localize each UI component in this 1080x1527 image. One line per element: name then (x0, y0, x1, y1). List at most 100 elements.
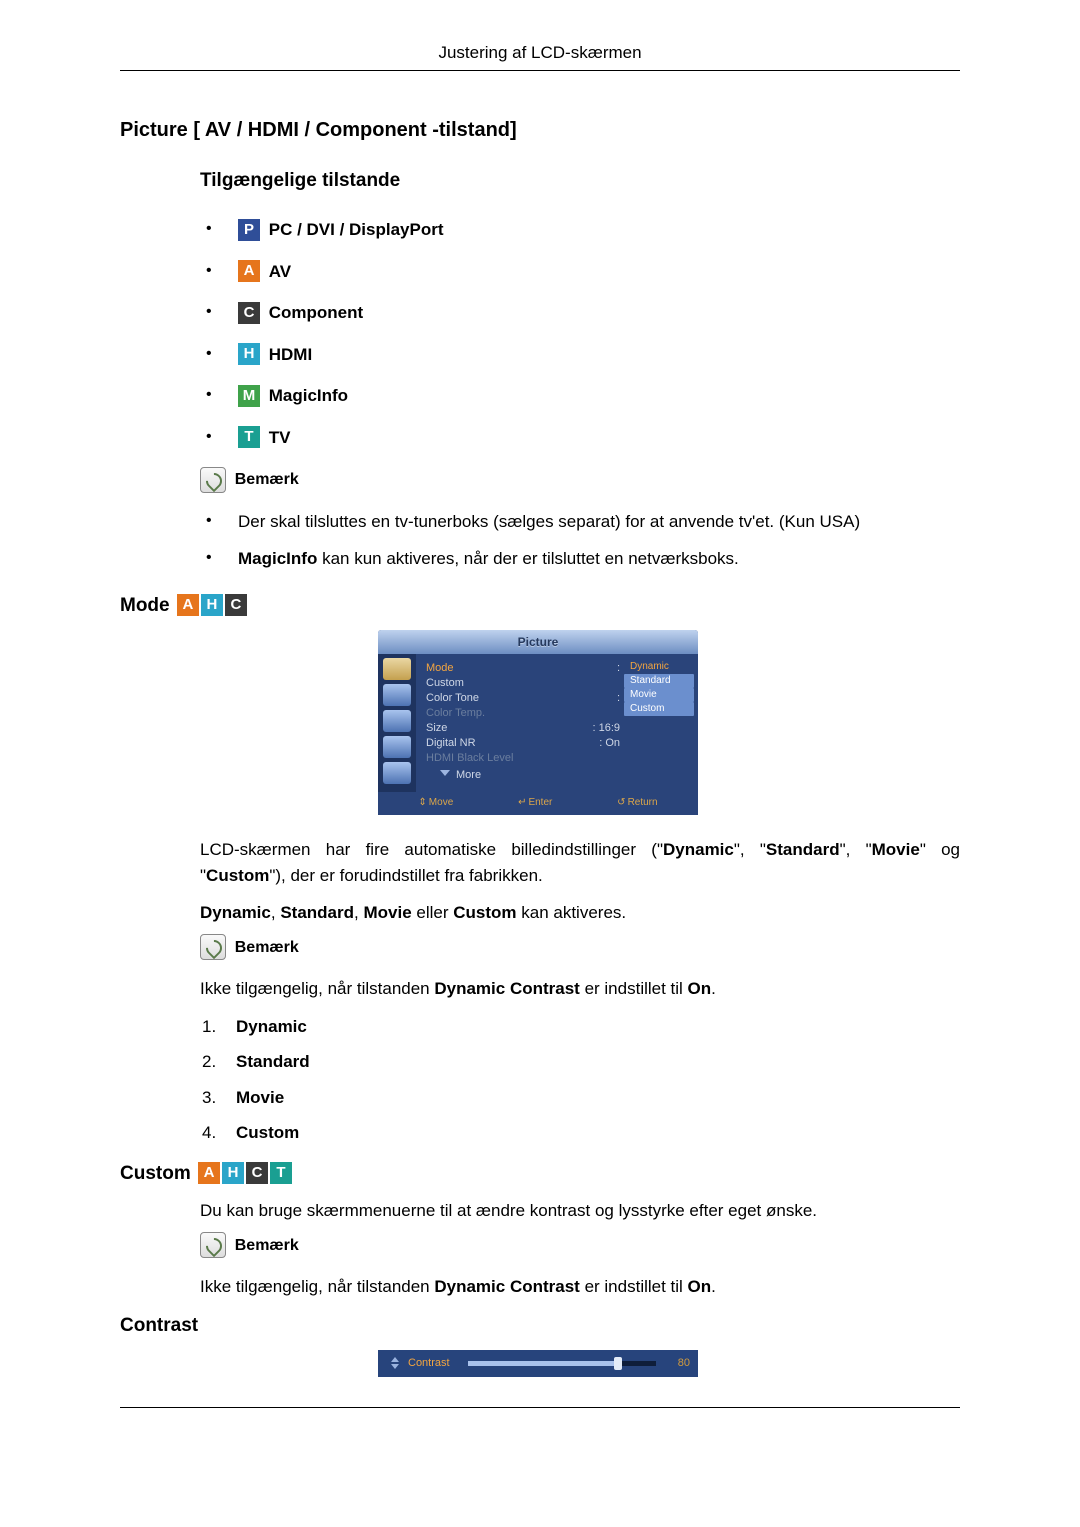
badge-a-icon: A (177, 594, 199, 616)
custom-heading: Custom AHCT (120, 1160, 960, 1189)
osd-item-mode[interactable]: Mode: (422, 660, 624, 675)
chevron-down-icon (440, 770, 450, 776)
osd-item-color-tone[interactable]: Color Tone: (422, 690, 624, 705)
mode-label: Component (269, 303, 363, 322)
badge-a-icon: A (238, 260, 260, 282)
slider-value: 80 (664, 1355, 690, 1372)
contrast-title: Contrast (120, 1315, 198, 1336)
osd-item-more[interactable]: More (422, 765, 624, 788)
note-label: Bemærk (235, 939, 299, 956)
contrast-heading: Contrast (120, 1312, 960, 1341)
mode-item-tv: T TV (200, 425, 960, 451)
badge-p-icon: P (238, 219, 260, 241)
osd-option-custom[interactable]: Custom (624, 702, 694, 716)
note-rest: kan kun aktiveres, når der er tilsluttet… (317, 549, 738, 568)
note-row: Bemærk (200, 1232, 960, 1259)
osd-item-digital-nr[interactable]: Digital NR: On (422, 735, 624, 750)
available-modes-title: Tilgængelige tilstande (200, 167, 960, 196)
arrow-down-icon (391, 1364, 399, 1369)
badge-a-icon: A (198, 1162, 220, 1184)
mode-list-item: Movie (200, 1085, 960, 1111)
mode-label: HDMI (269, 345, 312, 364)
slider-arrows[interactable] (386, 1357, 404, 1369)
badge-c-icon: C (246, 1162, 268, 1184)
page: Justering af LCD-skærmen Picture [ AV / … (0, 0, 1080, 1448)
note-icon (200, 1232, 226, 1258)
mode-description-2: Dynamic, Standard, Movie eller Custom ka… (200, 900, 960, 926)
slider-fill (468, 1361, 619, 1366)
osd-body: Mode: Custom Color Tone: Color Temp. Siz… (378, 654, 698, 792)
mode-label: PC / DVI / DisplayPort (269, 220, 444, 239)
osd-option-standard[interactable]: Standard (624, 674, 694, 688)
osd-item-hdmi-black: HDMI Black Level (422, 750, 624, 765)
badge-m-icon: M (238, 385, 260, 407)
badge-c-icon: C (238, 302, 260, 324)
osd-menu: Mode: Custom Color Tone: Color Temp. Siz… (416, 654, 698, 792)
note-row: Bemærk (200, 934, 960, 961)
arrow-up-icon (391, 1357, 399, 1362)
note-item: MagicInfo kan kun aktiveres, når der er … (200, 546, 960, 572)
badge-t-icon: T (238, 426, 260, 448)
notes-list: Der skal tilsluttes en tv-tunerboks (sæl… (200, 509, 960, 572)
mode-note-text: Ikke tilgængelig, når tilstanden Dynamic… (200, 976, 960, 1002)
page-header: Justering af LCD-skærmen (120, 40, 960, 71)
badge-h-icon: H (222, 1162, 244, 1184)
note-label: Bemærk (235, 1237, 299, 1254)
modes-list: P PC / DVI / DisplayPort A AV C Componen… (200, 217, 960, 450)
osd-tab-icon[interactable] (383, 736, 411, 758)
osd-footer-enter: ↵Enter (518, 795, 552, 810)
note-item: Der skal tilsluttes en tv-tunerboks (sæl… (200, 509, 960, 535)
mode-item-hdmi: H HDMI (200, 342, 960, 368)
osd-tab-icon[interactable] (383, 710, 411, 732)
note-label: Bemærk (235, 471, 299, 488)
footer-divider (120, 1407, 960, 1408)
osd-item-custom[interactable]: Custom (422, 675, 624, 690)
note-icon (200, 467, 226, 493)
osd-footer-return: ↺Return (617, 795, 657, 810)
osd-option-movie[interactable]: Movie (624, 688, 694, 702)
osd-tabs (378, 654, 416, 792)
osd-footer: ⇕Move ↵Enter ↺Return (378, 792, 698, 815)
osd-tab-icon[interactable] (383, 684, 411, 706)
mode-list-item: Custom (200, 1120, 960, 1146)
mode-item-pc: P PC / DVI / DisplayPort (200, 217, 960, 243)
osd-option-dynamic[interactable]: Dynamic (624, 660, 694, 674)
badge-h-icon: H (201, 594, 223, 616)
custom-description: Du kan bruge skærmmenuerne til at ændre … (200, 1198, 960, 1224)
badge-h-icon: H (238, 343, 260, 365)
slider-thumb[interactable] (614, 1357, 622, 1370)
mode-label: AV (269, 262, 291, 281)
mode-heading: Mode AHC (120, 592, 960, 621)
osd-tab-icon[interactable] (383, 762, 411, 784)
custom-title: Custom (120, 1163, 191, 1184)
osd-item-size[interactable]: Size: 16:9 (422, 720, 624, 735)
mode-label: TV (269, 428, 291, 447)
note-row: Bemærk (200, 466, 960, 493)
osd-panel: Picture Mode: Custom Color Tone: (378, 630, 698, 815)
osd-tab-icon[interactable] (383, 658, 411, 680)
osd-footer-move: ⇕Move (418, 795, 453, 810)
mode-item-magicinfo: M MagicInfo (200, 383, 960, 409)
mode-list: Dynamic Standard Movie Custom (200, 1014, 960, 1146)
badge-t-icon: T (270, 1162, 292, 1184)
mode-list-item: Standard (200, 1049, 960, 1075)
mode-item-av: A AV (200, 259, 960, 285)
contrast-slider[interactable]: Contrast 80 (378, 1350, 698, 1377)
custom-note-text: Ikke tilgængelig, når tilstanden Dynamic… (200, 1274, 960, 1300)
slider-track[interactable] (468, 1361, 656, 1366)
osd-item-color-temp: Color Temp. (422, 705, 624, 720)
osd-title: Picture (378, 630, 698, 654)
mode-list-item: Dynamic (200, 1014, 960, 1040)
note-bold: MagicInfo (238, 549, 317, 568)
mode-item-component: C Component (200, 300, 960, 326)
slider-label: Contrast (408, 1355, 450, 1372)
mode-label: MagicInfo (269, 386, 348, 405)
mode-description-1: LCD-skærmen har fire automatiske billedi… (200, 837, 960, 888)
note-icon (200, 934, 226, 960)
osd-screenshot: Picture Mode: Custom Color Tone: (378, 630, 960, 815)
badge-c-icon: C (225, 594, 247, 616)
osd-options: Dynamic Standard Movie Custom (624, 660, 694, 788)
mode-title: Mode (120, 595, 170, 616)
contrast-osd: Contrast 80 (378, 1350, 960, 1377)
picture-title: Picture [ AV / HDMI / Component -tilstan… (120, 115, 960, 145)
